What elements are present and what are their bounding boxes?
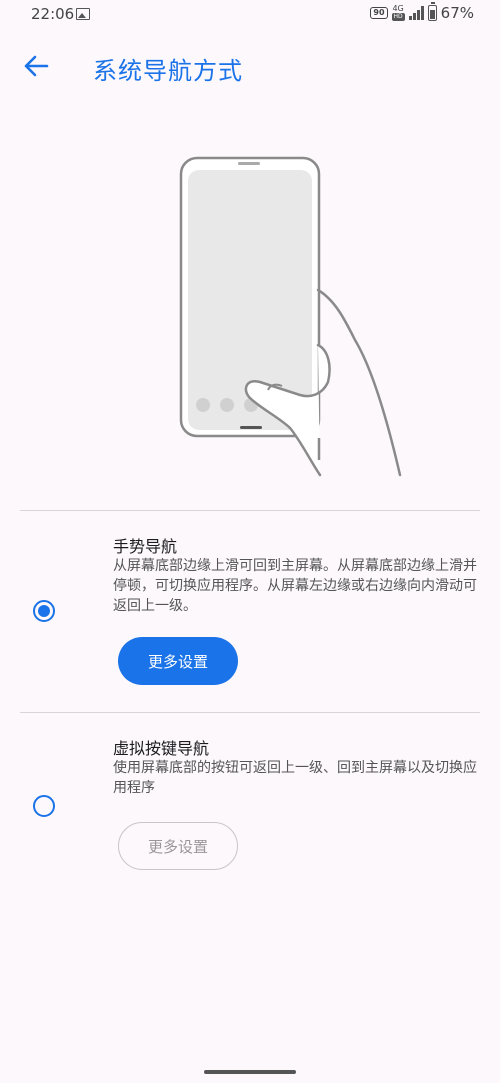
- status-time: 22:06: [31, 5, 75, 23]
- signal-icon: [408, 6, 424, 20]
- radio-gesture-navigation[interactable]: [33, 600, 55, 622]
- gesture-navigation-illustration: [179, 156, 402, 477]
- status-bar: 22:06 90 4G HD 67%: [0, 0, 500, 30]
- radio-virtual-key-navigation[interactable]: [33, 795, 55, 817]
- image-notification-icon: [76, 8, 90, 20]
- page-title: 系统导航方式: [93, 57, 243, 85]
- option-title: 手势导航: [113, 537, 178, 556]
- option-title: 虚拟按键导航: [113, 739, 210, 758]
- more-settings-button[interactable]: 更多设置: [118, 637, 238, 685]
- refresh-rate-badge: 90: [370, 7, 388, 19]
- back-button[interactable]: [20, 50, 52, 82]
- battery-percent: 67%: [440, 4, 474, 22]
- option-description: 从屏幕底部边缘上滑可回到主屏幕。从屏幕底部边缘上滑并停顿，可切换应用程序。从屏幕…: [113, 558, 477, 614]
- battery-icon: [427, 2, 437, 21]
- option-description: 使用屏幕底部的按钮可返回上一级、回到主屏幕以及切换应用程序: [113, 760, 477, 796]
- network-label: 4G: [392, 4, 404, 13]
- option-gesture-navigation[interactable]: 手势导航 从屏幕底部边缘上滑可回到主屏幕。从屏幕底部边缘上滑并停顿，可切换应用程…: [0, 511, 500, 711]
- network-sub-label: HD: [391, 13, 405, 21]
- status-icons: 90 4G HD 67%: [370, 2, 474, 22]
- more-settings-button-disabled: 更多设置: [118, 822, 238, 870]
- option-virtual-key-navigation[interactable]: 虚拟按键导航 使用屏幕底部的按钮可返回上一级、回到主屏幕以及切换应用程序 更多设…: [0, 713, 500, 893]
- home-indicator[interactable]: [204, 1070, 296, 1074]
- arrow-left-icon: [24, 55, 49, 77]
- network-badge: 4G HD: [391, 4, 405, 21]
- screen: 22:06 90 4G HD 67% 系统导航方式 手势导航 从屏幕底部边缘上滑…: [0, 0, 500, 1083]
